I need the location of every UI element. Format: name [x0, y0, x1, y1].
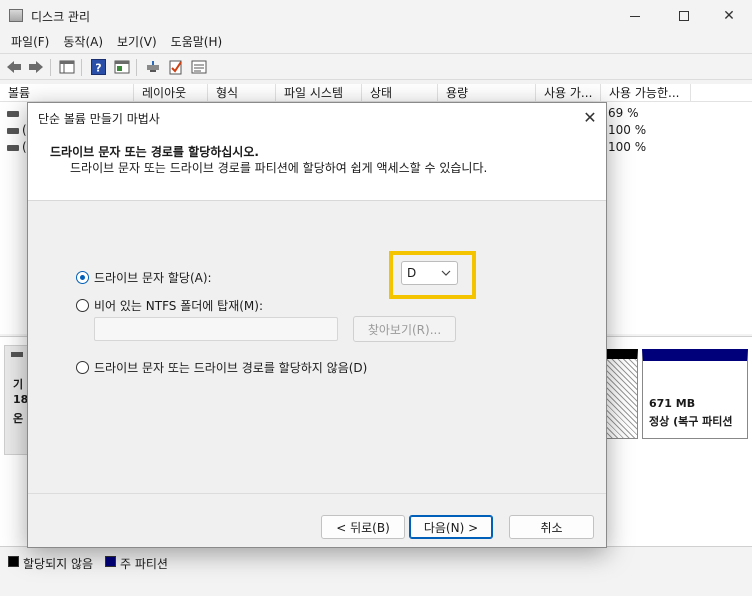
column-free-space[interactable]: 사용 가...	[536, 84, 601, 102]
close-icon: ✕	[723, 8, 735, 24]
svg-text:?: ?	[95, 62, 101, 75]
window-title: 디스크 관리	[31, 10, 91, 24]
chevron-down-icon	[441, 265, 451, 284]
volume-name: (	[22, 123, 27, 137]
volume-icon	[7, 128, 19, 134]
forward-arrow-icon[interactable]	[27, 59, 44, 75]
maximize-button[interactable]	[661, 4, 707, 28]
menu-file[interactable]: 파일(F)	[4, 31, 56, 52]
list-view-icon[interactable]	[190, 59, 207, 75]
assign-letter-radio[interactable]	[76, 271, 89, 284]
volume-icon	[7, 145, 19, 151]
dialog-title-bar: 단순 볼륨 만들기 마법사 ✕	[28, 103, 606, 131]
recovery-partition[interactable]: 671 MB 정상 (복구 파티션	[642, 349, 748, 439]
column-type[interactable]: 형식	[208, 84, 276, 102]
disk-icon	[11, 352, 23, 357]
column-layout[interactable]: 레이아웃	[134, 84, 208, 102]
menu-view[interactable]: 보기(V)	[110, 31, 164, 52]
mount-folder-radio[interactable]	[76, 299, 89, 312]
partition-size: 671 MB	[649, 397, 696, 410]
column-file-system[interactable]: 파일 시스템	[276, 84, 362, 102]
no-assign-option[interactable]: 드라이브 문자 또는 드라이브 경로를 할당하지 않음(D)	[76, 359, 367, 376]
menu-action[interactable]: 동작(A)	[56, 31, 110, 52]
percent-free: 100 %	[608, 140, 647, 154]
browse-button: 찾아보기(R)...	[353, 316, 456, 342]
dialog-title: 단순 볼륨 만들기 마법사	[38, 112, 160, 126]
no-assign-label: 드라이브 문자 또는 드라이브 경로를 할당하지 않음(D)	[94, 361, 368, 375]
unallocated-swatch	[8, 556, 19, 567]
close-button[interactable]: ✕	[706, 4, 752, 28]
toolbar-separator	[136, 59, 137, 76]
cancel-button[interactable]: 취소	[509, 515, 594, 539]
dialog-separator	[28, 493, 606, 494]
dialog-subheading: 드라이브 문자 또는 드라이브 경로를 파티션에 할당하여 쉽게 액세스할 수 …	[70, 161, 488, 175]
dialog-header: 드라이브 문자 또는 경로를 할당하십시오. 드라이브 문자 또는 드라이브 경…	[28, 131, 606, 201]
column-capacity[interactable]: 용량	[438, 84, 536, 102]
back-button[interactable]: < 뒤로(B)	[321, 515, 405, 539]
primary-swatch	[105, 556, 116, 567]
check-document-icon[interactable]	[167, 59, 184, 75]
minimize-button[interactable]	[612, 4, 658, 28]
toolbar-separator	[81, 59, 82, 76]
legend-primary: 주 파티션	[120, 557, 168, 571]
partition-status: 정상 (복구 파티션	[649, 415, 733, 428]
drive-letter-select[interactable]: D	[401, 261, 458, 285]
back-arrow-icon[interactable]	[5, 59, 22, 75]
disk-status: 온	[13, 412, 24, 425]
percent-free: 69 %	[608, 106, 639, 120]
legend-unallocated: 할당되지 않음	[23, 557, 94, 571]
toolbar-separator	[50, 59, 51, 76]
no-assign-radio[interactable]	[76, 361, 89, 374]
column-status[interactable]: 상태	[362, 84, 438, 102]
column-volume[interactable]: 볼륨	[0, 84, 134, 102]
status-bar	[0, 576, 752, 596]
assign-letter-label: 드라이브 문자 할당(A):	[94, 271, 212, 285]
volume-name: (	[22, 140, 27, 154]
minimize-icon	[630, 15, 640, 17]
mount-folder-label: 비어 있는 NTFS 폴더에 탑재(M):	[94, 299, 263, 313]
title-bar: 디스크 관리 ✕	[0, 0, 752, 30]
drive-letter-value: D	[407, 266, 417, 280]
properties-grid-icon[interactable]	[58, 59, 75, 75]
column-percent-free[interactable]: 사용 가능한...	[601, 84, 691, 102]
menu-bar: 파일(F) 동작(A) 보기(V) 도움말(H)	[0, 30, 752, 52]
assign-letter-option[interactable]: 드라이브 문자 할당(A):	[76, 269, 212, 286]
next-button[interactable]: 다음(N) >	[409, 515, 493, 539]
menu-help[interactable]: 도움말(H)	[164, 31, 230, 52]
toolbar: ?	[0, 53, 752, 80]
new-simple-volume-wizard: 단순 볼륨 만들기 마법사 ✕ 드라이브 문자 또는 경로를 할당하십시오. 드…	[27, 102, 607, 548]
percent-free: 100 %	[608, 123, 647, 137]
maximize-icon	[679, 11, 689, 21]
connect-drive-icon[interactable]	[144, 59, 161, 75]
volume-list-header: 볼륨 레이아웃 형식 파일 시스템 상태 용량 사용 가... 사용 가능한..…	[0, 84, 752, 102]
close-icon: ✕	[583, 107, 597, 127]
mount-folder-path-input	[94, 317, 338, 341]
help-icon[interactable]: ?	[90, 59, 107, 75]
dialog-heading: 드라이브 문자 또는 경로를 할당하십시오.	[50, 145, 259, 159]
disk-management-icon	[9, 9, 23, 22]
mount-folder-option[interactable]: 비어 있는 NTFS 폴더에 탑재(M):	[76, 297, 263, 314]
dialog-close-button[interactable]: ✕	[580, 107, 600, 127]
legend: 할당되지 않음 주 파티션	[0, 546, 752, 576]
volume-icon	[7, 111, 19, 117]
unallocated-partition[interactable]	[606, 349, 638, 439]
console-pane-icon[interactable]	[113, 59, 130, 75]
disk-type: 기	[13, 378, 24, 391]
